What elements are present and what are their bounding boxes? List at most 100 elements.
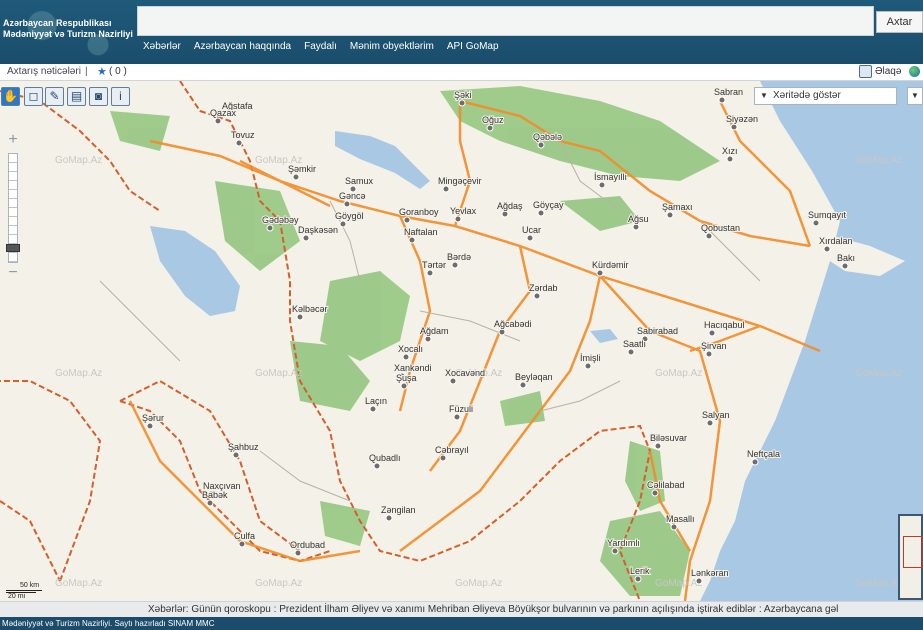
city-marker[interactable] bbox=[439, 454, 447, 462]
city-marker[interactable] bbox=[537, 209, 545, 217]
city-label[interactable]: Sabran bbox=[713, 86, 744, 98]
city-label[interactable]: Şahbuz bbox=[227, 441, 260, 453]
nav-my-objects[interactable]: Mənim obyektlərim bbox=[350, 41, 434, 52]
city-label[interactable]: Şuşa bbox=[395, 372, 418, 384]
city-marker[interactable] bbox=[627, 348, 635, 356]
city-marker[interactable] bbox=[695, 577, 703, 585]
city-marker[interactable] bbox=[292, 173, 300, 181]
city-marker[interactable] bbox=[537, 141, 545, 149]
city-label[interactable]: Qəbələ bbox=[532, 131, 563, 143]
city-label[interactable]: Göyçay bbox=[532, 199, 565, 211]
measure-tool-button[interactable]: ▤ bbox=[67, 87, 86, 106]
city-marker[interactable] bbox=[501, 210, 509, 218]
city-label[interactable]: Qubadlı bbox=[368, 452, 402, 464]
city-label[interactable]: Kürdəmir bbox=[591, 259, 630, 271]
city-marker[interactable] bbox=[214, 117, 222, 125]
city-marker[interactable] bbox=[666, 211, 674, 219]
contact-link[interactable]: Əlaqə bbox=[875, 66, 901, 77]
city-label[interactable]: Laçın bbox=[364, 395, 388, 407]
city-label[interactable]: Xocalı bbox=[397, 343, 424, 355]
city-label[interactable]: Qazax bbox=[209, 107, 238, 119]
city-label[interactable]: Ağdaş bbox=[496, 200, 524, 212]
map-canvas[interactable]: GoMap.Az GoMap.Az GoMap.Az GoMap.Az GoMa… bbox=[0, 81, 923, 601]
draw-tool-button[interactable]: ✎ bbox=[45, 87, 64, 106]
city-marker[interactable] bbox=[596, 269, 604, 277]
city-label[interactable]: Sumqayıt bbox=[807, 209, 848, 221]
layer-dropdown[interactable]: ▼ bbox=[907, 87, 923, 105]
zoom-slider-handle[interactable] bbox=[6, 244, 20, 252]
city-marker[interactable] bbox=[146, 422, 154, 430]
city-label[interactable]: Lənkəran bbox=[690, 567, 730, 579]
show-on-map-dropdown[interactable]: ▼ Xəritədə göstər bbox=[754, 87, 897, 105]
zoom-out-icon[interactable]: − bbox=[6, 265, 20, 281]
city-marker[interactable] bbox=[442, 185, 450, 193]
city-marker[interactable] bbox=[385, 514, 393, 522]
city-label[interactable]: Füzuli bbox=[448, 403, 474, 415]
city-label[interactable]: Tərtər bbox=[421, 259, 447, 271]
city-marker[interactable] bbox=[706, 419, 714, 427]
city-marker[interactable] bbox=[584, 362, 592, 370]
city-label[interactable]: Ucar bbox=[521, 224, 542, 236]
city-marker[interactable] bbox=[266, 224, 274, 232]
city-label[interactable]: Biləsuvar bbox=[649, 432, 688, 444]
city-label[interactable]: Yardımlı bbox=[606, 537, 641, 549]
city-label[interactable]: Şirvan bbox=[700, 340, 728, 352]
city-marker[interactable] bbox=[424, 335, 432, 343]
contact-icon[interactable] bbox=[859, 65, 872, 78]
pan-tool-button[interactable]: ✋ bbox=[1, 87, 20, 106]
city-marker[interactable] bbox=[718, 96, 726, 104]
city-label[interactable]: Xankəndi bbox=[393, 362, 433, 374]
city-label[interactable]: Culfa bbox=[233, 530, 256, 542]
search-button[interactable]: Axtar bbox=[876, 11, 923, 33]
city-marker[interactable] bbox=[498, 328, 506, 336]
nav-useful[interactable]: Faydalı bbox=[304, 41, 337, 52]
city-label[interactable]: Sabirabad bbox=[636, 325, 679, 337]
city-marker[interactable] bbox=[403, 216, 411, 224]
city-marker[interactable] bbox=[670, 523, 678, 531]
nav-news[interactable]: Xəbərlər bbox=[143, 41, 181, 52]
nav-about-azerbaijan[interactable]: Azərbaycan haqqında bbox=[194, 41, 291, 52]
favorites-star-icon[interactable]: ★ bbox=[97, 65, 107, 78]
city-marker[interactable] bbox=[454, 215, 462, 223]
city-label[interactable]: Daşkəsən bbox=[297, 224, 339, 236]
city-label[interactable]: Bakı bbox=[836, 252, 856, 264]
city-marker[interactable] bbox=[400, 382, 408, 390]
city-label[interactable]: Goranboy bbox=[398, 206, 440, 218]
city-label[interactable]: Naftalan bbox=[403, 226, 439, 238]
city-label[interactable]: Şəki bbox=[453, 89, 473, 101]
city-label[interactable]: Ağsu bbox=[627, 213, 650, 225]
city-label[interactable]: Zərdab bbox=[528, 282, 559, 294]
city-label[interactable]: Gədəbəy bbox=[261, 214, 300, 226]
city-marker[interactable] bbox=[408, 236, 416, 244]
city-marker[interactable] bbox=[296, 313, 304, 321]
city-marker[interactable] bbox=[373, 462, 381, 470]
city-marker[interactable] bbox=[705, 232, 713, 240]
info-tool-button[interactable]: i bbox=[111, 87, 130, 106]
city-marker[interactable] bbox=[426, 269, 434, 277]
city-label[interactable]: İsmayıllı bbox=[593, 171, 628, 183]
city-label[interactable]: Tovuz bbox=[230, 129, 256, 141]
city-marker[interactable] bbox=[235, 139, 243, 147]
city-label[interactable]: Şamaxı bbox=[661, 201, 694, 213]
city-marker[interactable] bbox=[730, 123, 738, 131]
city-marker[interactable] bbox=[726, 155, 734, 163]
city-label[interactable]: Ağcabədi bbox=[493, 318, 533, 330]
city-marker[interactable] bbox=[339, 220, 347, 228]
city-label[interactable]: Gəncə bbox=[338, 190, 367, 202]
city-marker[interactable] bbox=[651, 489, 659, 497]
city-label[interactable]: Xızı bbox=[721, 145, 739, 157]
city-marker[interactable] bbox=[705, 350, 713, 358]
city-marker[interactable] bbox=[526, 234, 534, 242]
city-label[interactable]: Xocavənd bbox=[444, 367, 486, 379]
city-label[interactable]: Cəbrayıl bbox=[434, 444, 470, 456]
favorites-count[interactable]: ( 0 ) bbox=[109, 66, 127, 77]
ticker-text[interactable]: Xəbərlər: Günün qoroskopu : Prezident İl… bbox=[148, 604, 838, 615]
city-label[interactable]: Salyan bbox=[701, 409, 731, 421]
city-label[interactable]: Beyləqan bbox=[514, 371, 554, 383]
city-label[interactable]: Samux bbox=[344, 175, 375, 187]
city-marker[interactable] bbox=[302, 234, 310, 242]
city-label[interactable]: Ağdam bbox=[419, 325, 450, 337]
city-marker[interactable] bbox=[369, 405, 377, 413]
city-label[interactable]: Zəngilan bbox=[380, 504, 417, 516]
city-marker[interactable] bbox=[598, 181, 606, 189]
